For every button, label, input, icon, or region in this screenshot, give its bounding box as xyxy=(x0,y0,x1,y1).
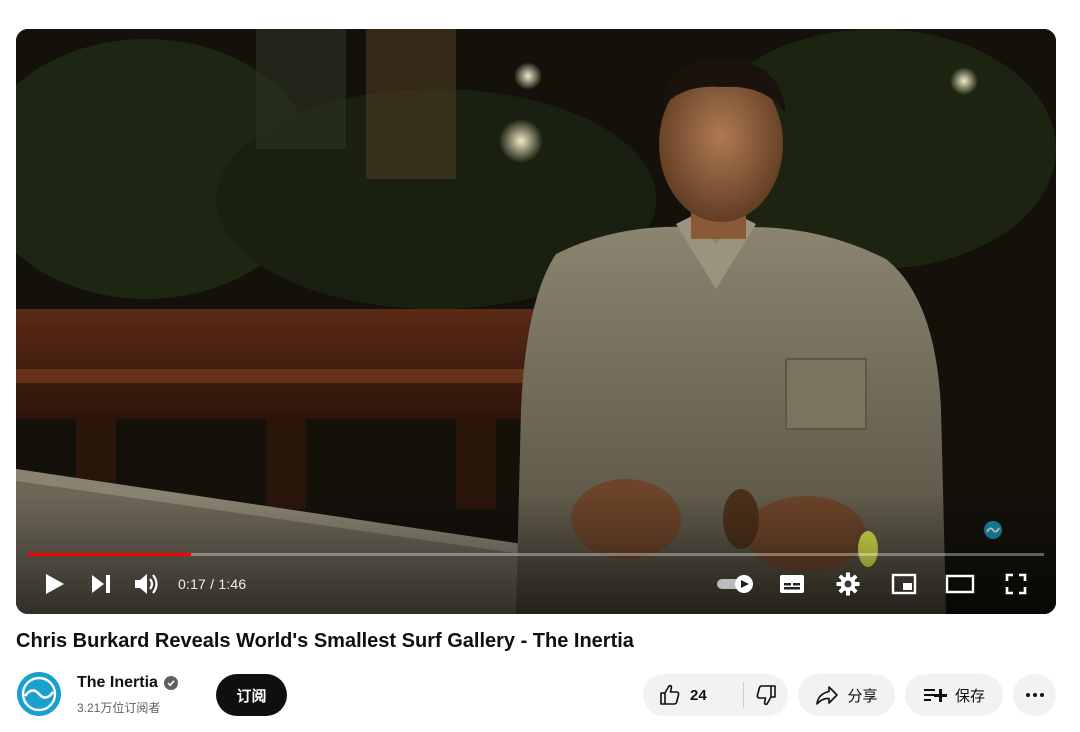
fullscreen-button[interactable] xyxy=(988,562,1044,606)
subscribe-button[interactable]: 订阅 xyxy=(216,674,287,716)
autoplay-toggle-icon xyxy=(717,575,753,593)
fullscreen-icon xyxy=(1005,573,1027,595)
thumbs-up-icon xyxy=(660,684,680,705)
verified-badge-icon xyxy=(163,676,178,690)
subscriber-count: 3.21万位订阅者 xyxy=(77,701,161,715)
dislike-button[interactable] xyxy=(744,674,788,716)
video-player[interactable]: 0:17 / 1:46 xyxy=(16,29,1056,614)
more-actions-button[interactable] xyxy=(1013,674,1056,716)
share-button[interactable]: 分享 xyxy=(798,674,895,716)
next-button[interactable] xyxy=(78,562,124,606)
subtitles-icon xyxy=(780,575,804,593)
time-display: 0:17 / 1:46 xyxy=(178,576,246,592)
save-to-playlist-icon xyxy=(923,689,947,702)
like-button[interactable]: 24 xyxy=(643,674,743,716)
autoplay-toggle[interactable] xyxy=(708,562,764,606)
miniplayer-icon xyxy=(891,573,917,595)
player-controls: 0:17 / 1:46 xyxy=(16,562,1056,606)
more-horizontal-icon xyxy=(1025,693,1044,697)
play-button[interactable] xyxy=(32,562,78,606)
save-button[interactable]: 保存 xyxy=(905,674,1003,716)
theater-mode-button[interactable] xyxy=(932,562,988,606)
settings-icon xyxy=(836,572,860,596)
duration: 1:46 xyxy=(218,576,247,592)
miniplayer-button[interactable] xyxy=(876,562,932,606)
channel-name[interactable]: The Inertia xyxy=(77,674,158,692)
share-label: 分享 xyxy=(847,687,878,705)
share-icon xyxy=(816,686,839,705)
thumbs-down-icon xyxy=(756,685,776,706)
time-separator: / xyxy=(210,576,215,592)
current-time: 0:17 xyxy=(178,576,207,592)
theater-mode-icon xyxy=(945,574,975,594)
progress-played xyxy=(28,553,191,556)
channel-avatar[interactable] xyxy=(17,672,61,716)
volume-icon xyxy=(135,574,158,594)
play-icon xyxy=(46,574,64,594)
progress-bar[interactable] xyxy=(28,553,1044,556)
next-icon xyxy=(92,575,110,593)
volume-button[interactable] xyxy=(124,562,170,606)
subtitles-button[interactable] xyxy=(764,562,820,606)
save-label: 保存 xyxy=(954,687,985,705)
settings-button[interactable] xyxy=(820,562,876,606)
like-dislike-group: 24 xyxy=(643,674,788,716)
inertia-logo-icon xyxy=(17,672,61,716)
like-count: 24 xyxy=(690,686,707,704)
video-title: Chris Burkard Reveals World's Smallest S… xyxy=(16,630,634,652)
